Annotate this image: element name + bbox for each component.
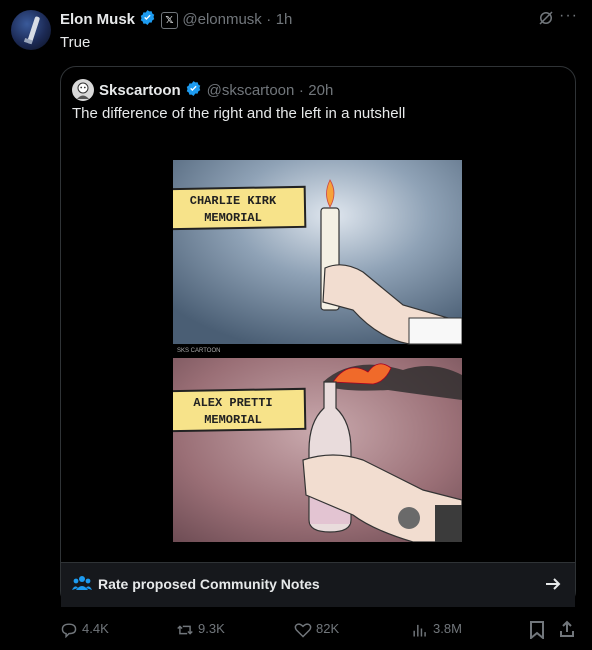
panel2-label-line1: ALEX PRETTI: [193, 396, 272, 410]
sleeve: [435, 505, 462, 542]
views-button[interactable]: 3.8M: [411, 621, 462, 638]
tweet-header: Elon Musk 𝕏 @elonmusk · 1h: [60, 9, 292, 31]
repost-count: 9.3K: [198, 621, 225, 636]
author-handle[interactable]: @elonmusk: [182, 11, 261, 28]
tweet-time[interactable]: 1h: [276, 11, 293, 28]
tattoo: [398, 507, 420, 529]
author-name[interactable]: Elon Musk: [60, 11, 135, 28]
separator-dot: ·: [298, 82, 304, 100]
x-affiliation-badge: 𝕏: [160, 11, 178, 29]
panel1-label-line1: CHARLIE KIRK: [190, 194, 277, 208]
panel2-label-line2: MEMORIAL: [204, 413, 262, 427]
quoted-author-avatar[interactable]: [72, 79, 94, 101]
like-button[interactable]: 82K: [294, 621, 339, 638]
verified-badge-icon: [139, 9, 156, 31]
comic-image[interactable]: CHARLIE KIRK MEMORIAL SKS CARTOON ALEX P…: [173, 160, 462, 542]
comic-watermark: SKS CARTOON: [177, 348, 220, 354]
quoted-author-handle[interactable]: @skscartoon: [207, 82, 295, 99]
author-avatar[interactable]: [11, 10, 51, 50]
tweet-text: True: [60, 34, 91, 51]
reply-count: 4.4K: [82, 621, 109, 636]
grok-icon[interactable]: [537, 9, 555, 32]
repost-icon: [177, 624, 193, 635]
reply-button[interactable]: 4.4K: [60, 621, 109, 638]
repost-button[interactable]: 9.3K: [176, 621, 225, 638]
quoted-author-name[interactable]: Skscartoon: [99, 82, 181, 99]
reply-icon: [61, 623, 77, 638]
panel1-label-line2: MEMORIAL: [204, 211, 262, 225]
share-icon[interactable]: [559, 620, 575, 643]
views-icon: [413, 624, 426, 637]
quoted-tweet-text: The difference of the right and the left…: [72, 105, 406, 122]
separator-dot: ·: [266, 11, 272, 29]
heart-icon: [294, 622, 312, 638]
arrow-right-icon[interactable]: [545, 577, 561, 596]
community-notes-label[interactable]: Rate proposed Community Notes: [98, 576, 320, 592]
community-notes-icon: [72, 575, 92, 596]
bookmark-icon[interactable]: [529, 621, 545, 644]
verified-badge-icon: [185, 80, 202, 102]
like-count: 82K: [316, 621, 340, 636]
views-count: 3.8M: [433, 621, 462, 636]
quoted-header: Skscartoon @skscartoon · 20h: [99, 80, 333, 102]
sleeve: [408, 317, 462, 345]
ellipsis-icon[interactable]: ···: [559, 7, 578, 25]
quoted-time[interactable]: 20h: [308, 82, 333, 99]
